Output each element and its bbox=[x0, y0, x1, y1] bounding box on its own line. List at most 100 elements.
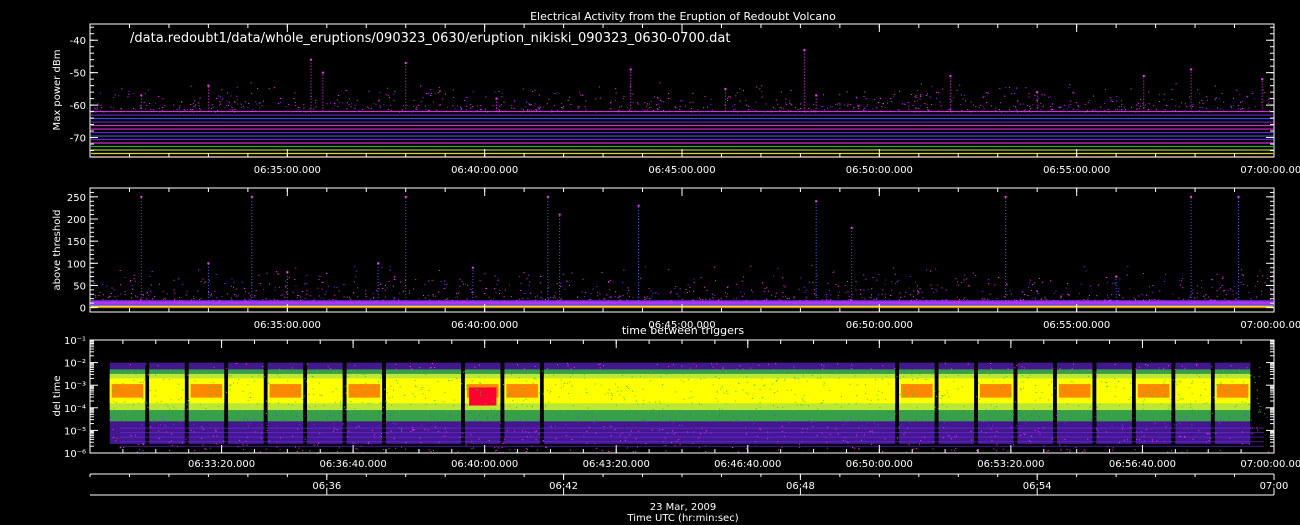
noise-point bbox=[1022, 299, 1024, 301]
delta-point bbox=[344, 385, 346, 387]
noise-point bbox=[98, 104, 100, 106]
noise-point bbox=[590, 293, 592, 295]
delta-point bbox=[181, 413, 183, 415]
noise-point bbox=[1068, 104, 1070, 106]
delta-point bbox=[526, 448, 528, 450]
noise-point bbox=[755, 110, 757, 112]
noise-point bbox=[135, 108, 137, 110]
delta-point bbox=[817, 377, 819, 379]
delta-point bbox=[412, 429, 414, 431]
delta-point bbox=[680, 379, 682, 381]
above-threshold-ylabel: above threshold bbox=[52, 210, 63, 291]
delta-point bbox=[585, 388, 587, 390]
delta-point bbox=[990, 368, 992, 370]
noise-point bbox=[1021, 110, 1023, 112]
noise-point bbox=[658, 103, 660, 105]
noise-point bbox=[1218, 288, 1220, 290]
noise-point bbox=[846, 91, 848, 93]
delta-point bbox=[687, 379, 689, 381]
delta-point bbox=[1012, 391, 1014, 393]
noise-point bbox=[1044, 296, 1046, 298]
delta-point bbox=[996, 444, 998, 446]
delta-point bbox=[915, 419, 917, 421]
delta-point bbox=[566, 434, 568, 436]
noise-point bbox=[199, 107, 201, 109]
delta-point bbox=[1056, 414, 1058, 416]
noise-point bbox=[640, 277, 642, 279]
noise-point bbox=[501, 96, 503, 98]
noise-point bbox=[301, 291, 303, 293]
noise-point bbox=[291, 299, 293, 301]
delta-point bbox=[243, 418, 245, 420]
noise-point bbox=[775, 296, 777, 298]
delta-point bbox=[487, 418, 489, 420]
noise-point bbox=[1257, 280, 1259, 282]
noise-point bbox=[1077, 109, 1079, 111]
delta-point bbox=[617, 390, 619, 392]
noise-point bbox=[1036, 100, 1038, 102]
delta-point bbox=[1164, 422, 1166, 424]
noise-point bbox=[1230, 105, 1232, 107]
noise-point bbox=[178, 297, 180, 299]
delta-point bbox=[409, 366, 411, 368]
delta-point bbox=[985, 409, 987, 411]
delta-point bbox=[977, 371, 979, 373]
delta-point bbox=[781, 431, 783, 433]
noise-point bbox=[1008, 109, 1010, 111]
delta-point bbox=[751, 397, 753, 399]
delta-point bbox=[464, 414, 466, 416]
delta-point bbox=[979, 398, 981, 400]
noise-point bbox=[1210, 299, 1212, 301]
delta-point bbox=[851, 364, 853, 366]
noise-point bbox=[215, 297, 217, 299]
delta-point bbox=[558, 396, 560, 398]
delta-point bbox=[1085, 411, 1087, 413]
delta-point bbox=[1020, 389, 1022, 391]
noise-point bbox=[300, 299, 302, 301]
noise-point bbox=[789, 100, 791, 102]
noise-point bbox=[847, 103, 849, 105]
noise-point bbox=[1009, 290, 1011, 292]
noise-point bbox=[622, 295, 624, 297]
delta-point bbox=[944, 362, 946, 364]
delta-point bbox=[1191, 383, 1193, 385]
spike-point bbox=[803, 48, 806, 51]
noise-point bbox=[475, 296, 477, 298]
delta-point bbox=[1242, 443, 1244, 445]
noise-point bbox=[910, 93, 912, 95]
noise-point bbox=[1181, 280, 1183, 282]
delta-point bbox=[678, 439, 680, 441]
density-yellow bbox=[938, 378, 975, 404]
noise-point bbox=[1100, 106, 1102, 108]
noise-point bbox=[782, 277, 784, 279]
noise-point bbox=[318, 295, 320, 297]
delta-point bbox=[506, 416, 508, 418]
delta-point bbox=[707, 411, 709, 413]
noise-point bbox=[165, 299, 167, 301]
noise-point bbox=[233, 101, 235, 103]
delta-point bbox=[867, 422, 869, 424]
noise-point bbox=[632, 297, 634, 299]
noise-point bbox=[128, 90, 130, 92]
noise-point bbox=[432, 294, 434, 296]
delta-point bbox=[314, 405, 316, 407]
noise-point bbox=[718, 299, 720, 301]
delta-point bbox=[202, 428, 204, 430]
noise-point bbox=[577, 105, 579, 107]
delta-point bbox=[941, 395, 943, 397]
noise-point bbox=[129, 300, 131, 302]
noise-point bbox=[111, 287, 113, 289]
delta-point bbox=[1039, 397, 1041, 399]
delta-point bbox=[215, 429, 217, 431]
noise-point bbox=[863, 274, 865, 276]
noise-point bbox=[346, 102, 348, 104]
noise-point bbox=[219, 299, 221, 301]
noise-point bbox=[221, 111, 223, 113]
delta-point bbox=[116, 437, 118, 439]
noise-point bbox=[417, 104, 419, 106]
delta-point bbox=[1241, 401, 1243, 403]
noise-point bbox=[346, 296, 348, 298]
delta-point bbox=[185, 438, 187, 440]
noise-point bbox=[557, 298, 559, 300]
noise-point bbox=[832, 271, 834, 273]
